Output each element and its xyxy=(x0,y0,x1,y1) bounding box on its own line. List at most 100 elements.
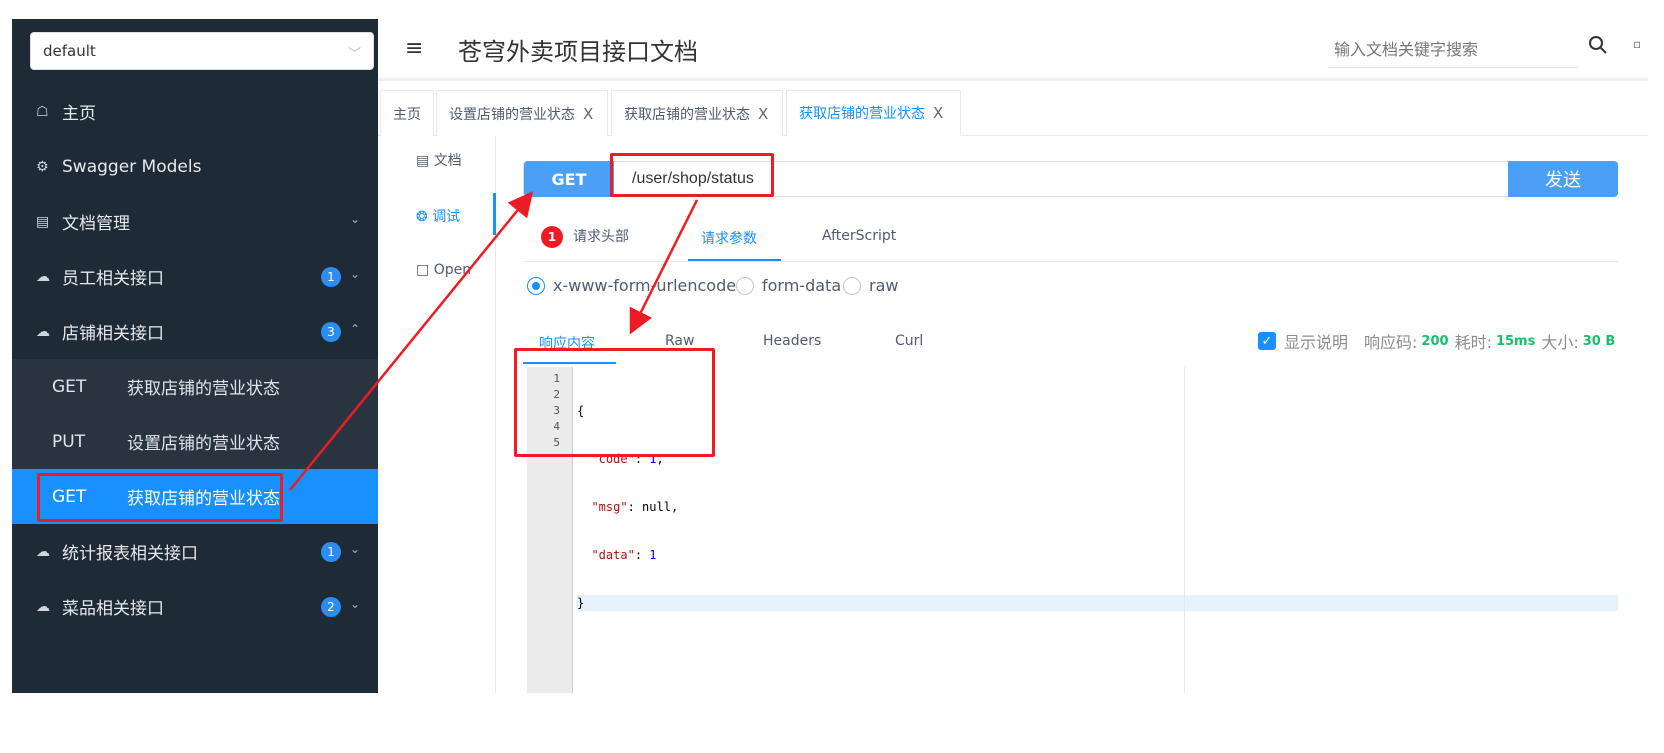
json-value: 1 xyxy=(649,548,657,562)
chevron-down-icon: ⌄ xyxy=(349,212,360,226)
annotation-box-response xyxy=(514,348,715,457)
group-select[interactable]: default ﹀ xyxy=(30,32,374,70)
doc-tabs: 主页 设置店铺的营业状态 X 获取店铺的营业状态 X 获取店铺的营业状态 X xyxy=(378,88,1648,137)
tab-afterscript[interactable]: AfterScript xyxy=(822,228,896,244)
method-button[interactable]: GET xyxy=(524,161,614,197)
tab-get-status[interactable]: 获取店铺的营业状态 X xyxy=(611,90,783,136)
radio-selected-icon xyxy=(527,276,545,295)
status-code-value: 200 xyxy=(1421,333,1449,349)
size-label: 大小: xyxy=(1541,333,1579,352)
tab-label: 主页 xyxy=(393,106,421,123)
document-icon: ▤ xyxy=(416,153,430,169)
cloud-icon: ☁ xyxy=(36,268,50,285)
subnav-label: 文档 xyxy=(433,153,462,169)
radio-urlencoded[interactable]: x-www-form-urlencoded xyxy=(527,276,746,295)
radio-form-data[interactable]: form-data xyxy=(736,276,841,295)
sidebar-subitem-get-status[interactable]: GET 获取店铺的营业状态 xyxy=(12,359,378,414)
sidebar-item-dish[interactable]: ☁ 菜品相关接口 2 ⌄ xyxy=(12,579,378,634)
subnav-open[interactable]: □ Open xyxy=(416,262,471,278)
tab-request-headers[interactable]: 1 请求头部 xyxy=(541,226,629,248)
file-icon: □ xyxy=(416,262,430,278)
radio-icon xyxy=(736,276,754,295)
sidebar-item-swagger-models[interactable]: ⚙ Swagger Models xyxy=(12,139,378,194)
request-tabs: 1 请求头部 请求参数 AfterScript xyxy=(523,218,1618,262)
tab-label: 获取店铺的营业状态 xyxy=(799,106,925,122)
tab-get-status-active[interactable]: 获取店铺的营业状态 X xyxy=(786,90,961,137)
chevron-up-icon: ⌃ xyxy=(349,322,360,336)
cloud-icon: ☁ xyxy=(36,323,50,340)
sidebar-item-home[interactable]: ☖ 主页 xyxy=(12,84,378,139)
sidebar-item-label: Swagger Models xyxy=(62,156,202,177)
count-badge: 3 xyxy=(321,322,341,342)
editor-divider xyxy=(1184,367,1185,693)
code-line: "msg": null, xyxy=(591,500,679,514)
response-meta: ✓ 显示说明 响应码: 200 耗时: 15ms 大小: 30 B xyxy=(1258,329,1615,353)
show-desc-checkbox[interactable]: ✓ xyxy=(1258,332,1276,350)
close-icon[interactable]: X xyxy=(758,105,768,123)
brace: } xyxy=(577,596,585,610)
page-title: 苍穹外卖项目接口文档 xyxy=(458,38,698,66)
header: ≡ 苍穹外卖项目接口文档 ▫ xyxy=(378,19,1648,81)
sidebar-subitem-label: 设置店铺的营业状态 xyxy=(127,434,280,454)
count-badge: 1 xyxy=(321,542,341,562)
sidebar-item-employee[interactable]: ☁ 员工相关接口 1 ⌄ xyxy=(12,249,378,304)
home-icon: ☖ xyxy=(36,103,49,120)
tab-label: AfterScript xyxy=(822,228,897,244)
code-content: { "code": 1, "msg": null, "data": 1 } xyxy=(577,371,1618,643)
sidebar-item-label: 主页 xyxy=(62,104,96,124)
sidebar-item-label: 菜品相关接口 xyxy=(62,599,164,619)
sidebar-item-report[interactable]: ☁ 统计报表相关接口 1 ⌄ xyxy=(12,524,378,579)
tab-response-raw[interactable]: Raw xyxy=(665,333,694,349)
close-icon[interactable]: X xyxy=(933,104,943,122)
tab-set-status[interactable]: 设置店铺的营业状态 X xyxy=(436,90,608,136)
send-button[interactable]: 发送 xyxy=(1508,161,1618,197)
more-icon[interactable]: ▫ xyxy=(1633,37,1641,51)
sidebar-item-label: 统计报表相关接口 xyxy=(62,544,198,564)
subnav-debug[interactable]: ❂ 调试 xyxy=(416,206,460,226)
subnav-doc[interactable]: ▤ 文档 xyxy=(416,150,462,170)
annotation-box-sidebar xyxy=(37,473,283,522)
tab-request-params[interactable]: 请求参数 xyxy=(701,228,757,248)
time-value: 15ms xyxy=(1495,333,1536,349)
tab-response-headers[interactable]: Headers xyxy=(763,333,821,349)
close-icon[interactable]: X xyxy=(583,105,593,123)
sidebar-item-doc-manage[interactable]: ▤ 文档管理 ⌄ xyxy=(12,194,378,249)
count-badge: 1 xyxy=(321,267,341,287)
sidebar-item-shop[interactable]: ☁ 店铺相关接口 3 ⌃ xyxy=(12,304,378,359)
code-line-current: } xyxy=(577,595,1618,611)
size-value: 30 B xyxy=(1582,333,1616,349)
time-label: 耗时: xyxy=(1454,333,1492,352)
sidebar-subitem-put-status[interactable]: PUT 设置店铺的营业状态 xyxy=(12,414,378,469)
tab-label: 获取店铺的营业状态 xyxy=(624,106,750,123)
radio-icon xyxy=(843,276,861,295)
search-icon[interactable] xyxy=(1586,33,1610,57)
annotation-box-url xyxy=(610,153,774,197)
http-method: GET xyxy=(52,376,87,397)
chevron-down-icon: ⌄ xyxy=(349,597,360,611)
code-line: "data": 1 xyxy=(591,548,657,562)
json-key: "data" xyxy=(591,548,635,562)
active-indicator xyxy=(493,193,496,235)
subnav-label: Open xyxy=(433,262,472,278)
cloud-icon: ☁ xyxy=(36,543,50,560)
radio-raw[interactable]: raw xyxy=(843,276,898,295)
api-subnav: ▤ 文档 ❂ 调试 □ Open xyxy=(378,136,496,693)
json-value: null xyxy=(642,500,671,514)
tab-label: 请求参数 xyxy=(701,231,757,247)
menu-collapse-icon[interactable]: ≡ xyxy=(405,36,423,61)
chevron-down-icon: ﹀ xyxy=(347,47,361,62)
tab-response-curl[interactable]: Curl xyxy=(895,333,923,349)
subnav-label: 调试 xyxy=(432,209,461,225)
count-badge: 1 xyxy=(541,226,563,248)
chevron-down-icon: ⌄ xyxy=(349,542,360,556)
tab-label: 请求头部 xyxy=(573,229,629,245)
models-icon: ⚙ xyxy=(36,158,49,175)
search-input[interactable] xyxy=(1328,34,1578,68)
status-code-label: 响应码: xyxy=(1364,333,1418,352)
tab-home[interactable]: 主页 xyxy=(380,90,434,136)
radio-label: form-data xyxy=(762,276,842,295)
cloud-icon: ☁ xyxy=(36,598,50,615)
sidebar-menu: ☖ 主页 ⚙ Swagger Models ▤ 文档管理 ⌄ ☁ 员工相关接口 … xyxy=(12,84,378,634)
active-tab-underline xyxy=(688,259,781,261)
code-line: { xyxy=(577,403,1618,419)
